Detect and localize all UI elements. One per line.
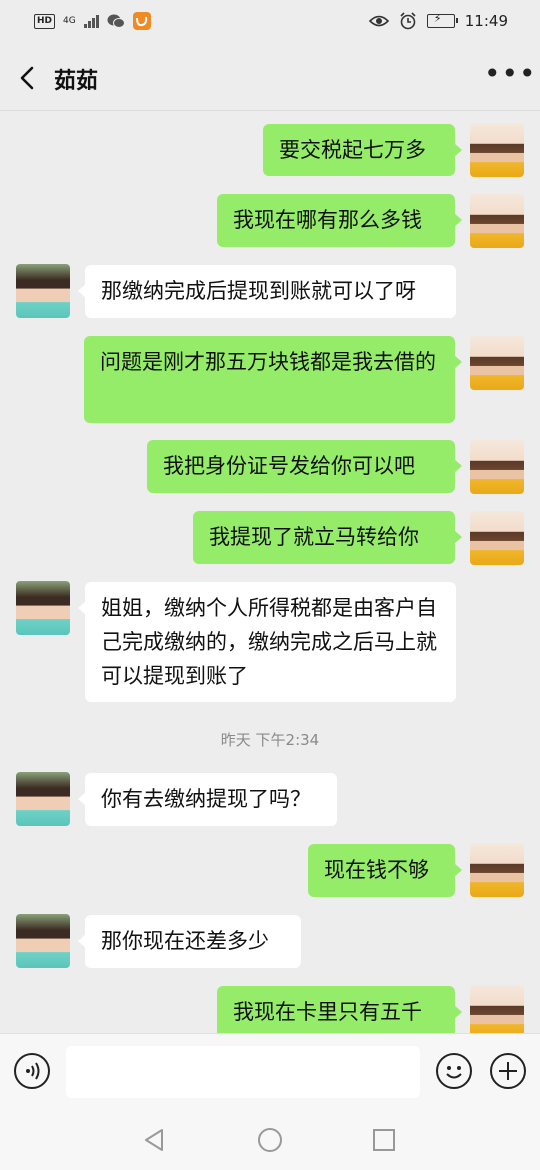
- avatar-contact[interactable]: [16, 581, 70, 635]
- battery-icon: ⚡: [426, 12, 458, 28]
- uc-browser-icon: [132, 12, 151, 30]
- message-bubble[interactable]: 我把身份证号发给你可以吧: [147, 440, 462, 493]
- avatar-contact[interactable]: [16, 914, 70, 968]
- nav-back-icon: [145, 1129, 163, 1151]
- system-nav-bar: [0, 1109, 540, 1170]
- input-bar: [0, 1033, 540, 1110]
- alarm-icon: [400, 12, 416, 30]
- message-bubble[interactable]: 那缴纳完成后提现到账就可以了呀: [78, 265, 456, 318]
- avatar-self[interactable]: [470, 123, 524, 177]
- voice-input-icon: [26, 1062, 40, 1080]
- voice-input-button[interactable]: [14, 1053, 50, 1089]
- avatar-contact[interactable]: [16, 772, 70, 826]
- emoji-button[interactable]: [436, 1053, 472, 1089]
- message-bubble[interactable]: 问题是刚才那五万块钱都是我去借的: [84, 336, 462, 423]
- message-bubble[interactable]: 我现在哪有那么多钱: [217, 194, 462, 247]
- signal-icon: [83, 14, 99, 28]
- nav-recent-button[interactable]: [369, 1125, 399, 1155]
- message-bubble[interactable]: 现在钱不够: [308, 844, 462, 897]
- message-bubble[interactable]: 你有去缴纳提现了吗？: [78, 773, 337, 826]
- avatar-self[interactable]: [470, 985, 524, 1033]
- contact-name: 茹茹: [54, 69, 99, 94]
- message-bubble[interactable]: 要交税起七万多: [263, 124, 462, 176]
- avatar-contact[interactable]: [16, 264, 70, 318]
- message-bubble[interactable]: 姐姐，缴纳个人所得税都是由客户自己完成缴纳的，缴纳完成之后马上就可以提现到账了: [78, 582, 456, 702]
- hd-badge: HD: [34, 13, 56, 29]
- network-type: 4G: [63, 15, 76, 26]
- chat-header: 茹茹 •••: [0, 46, 540, 111]
- message-bubble[interactable]: 我提现了就立马转给你: [193, 511, 462, 564]
- status-left: HD 4G: [34, 12, 151, 30]
- message-list[interactable]: 要交税起七万多 我现在哪有那么多钱 那缴纳完成后提现到账就可以了呀 问题是刚才那…: [0, 111, 540, 1033]
- clock-time: 11:49: [464, 12, 508, 30]
- back-arrow-icon: [20, 66, 34, 90]
- nav-recent-icon: [373, 1129, 395, 1151]
- message-input[interactable]: [66, 1046, 420, 1098]
- back-button[interactable]: [12, 60, 44, 96]
- more-options-button[interactable]: •••: [484, 60, 536, 92]
- more-functions-button[interactable]: [490, 1053, 526, 1089]
- message-timestamp: 昨天 下午2:34: [220, 731, 320, 749]
- avatar-self[interactable]: [470, 843, 524, 897]
- avatar-self[interactable]: [470, 336, 524, 390]
- status-right: ⚡ 11:49: [368, 12, 508, 30]
- avatar-self[interactable]: [470, 194, 524, 248]
- avatar-self[interactable]: [470, 511, 524, 565]
- plus-icon: [499, 1062, 517, 1080]
- message-bubble[interactable]: 那你现在还差多少: [78, 915, 301, 968]
- message-bubble[interactable]: 我现在卡里只有五千: [217, 986, 462, 1033]
- nav-home-icon: [258, 1128, 282, 1152]
- nav-home-button[interactable]: [255, 1125, 285, 1155]
- status-bar: HD 4G ⚡ 11:49: [0, 0, 540, 46]
- eye-icon: [368, 15, 389, 27]
- avatar-self[interactable]: [470, 440, 524, 494]
- nav-back-button[interactable]: [140, 1125, 170, 1155]
- emoji-icon: [446, 1066, 462, 1079]
- wechat-icon: [107, 14, 125, 28]
